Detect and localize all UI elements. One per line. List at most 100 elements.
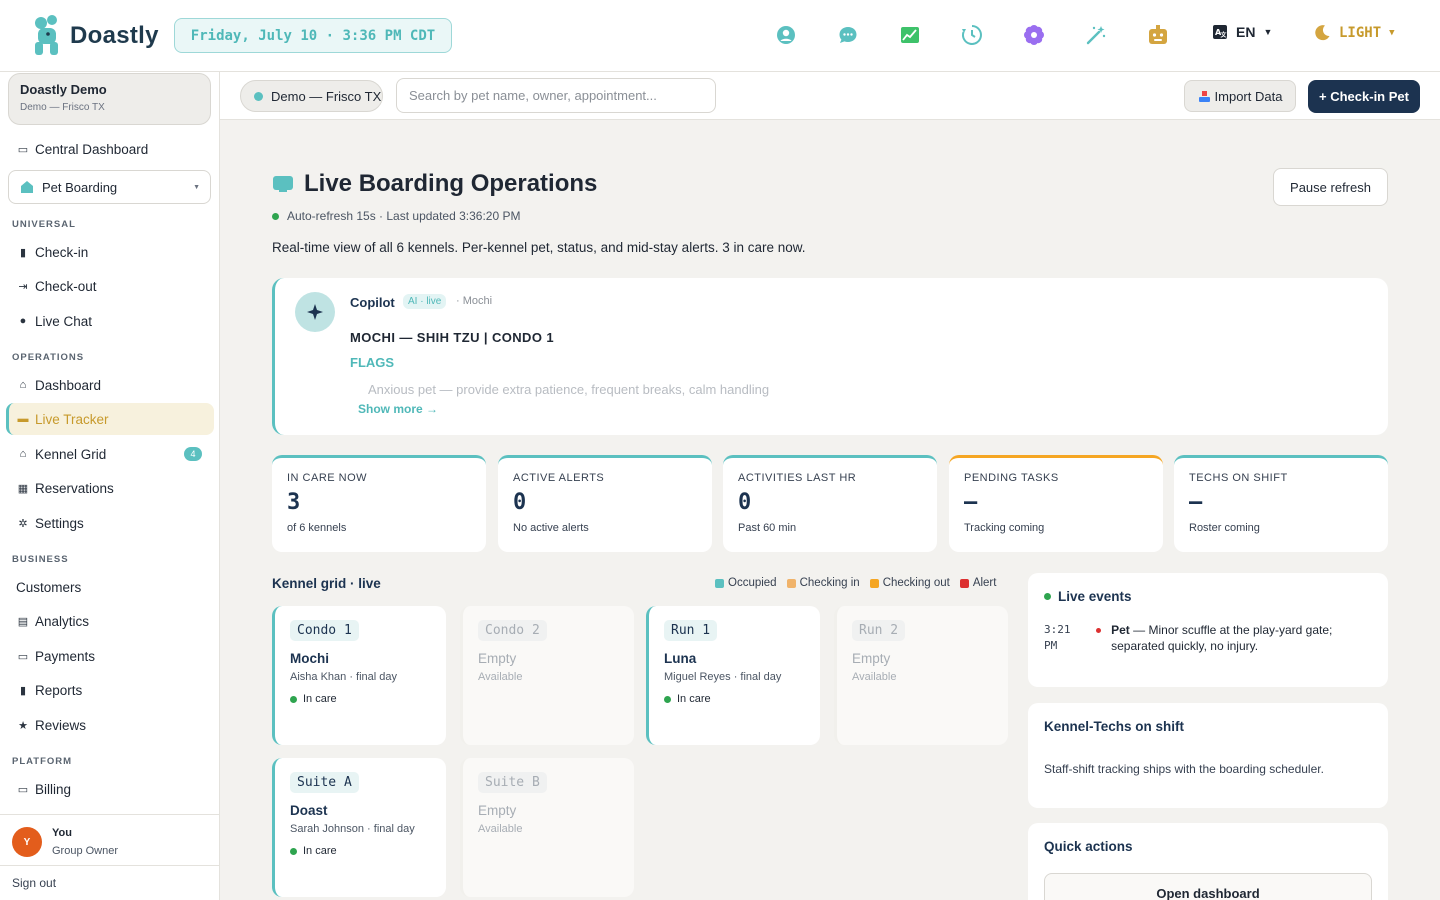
check-in-pet-button[interactable]: + Check-in Pet — [1308, 80, 1420, 113]
legend-occupied: Occupied — [715, 577, 777, 589]
sparkle-icon — [295, 292, 335, 332]
sidebar-item-dashboard[interactable]: ⌂ Dashboard — [6, 369, 214, 401]
sidebar-item-customers[interactable]: Customers — [6, 571, 214, 603]
user-circle-icon[interactable] — [775, 24, 797, 46]
location-pill[interactable]: Demo — Frisco TX — [240, 80, 383, 112]
language-selector[interactable]: A文 EN ▼ — [1212, 24, 1272, 40]
legend-checking-out: Checking out — [869, 577, 950, 589]
kennel-legend: Occupied Checking in Checking out Alert — [715, 577, 996, 589]
org-location: Demo — Frisco TX — [20, 102, 105, 113]
pause-refresh-button[interactable]: Pause refresh — [1273, 168, 1388, 206]
card-icon: ▭ — [17, 650, 29, 663]
live-events-panel: Live events 3:21 PM Pet — Minor scuffle … — [1028, 573, 1388, 687]
top-bar: Doastly Friday, July 10 · 3:36 PM CDT A文… — [0, 0, 1440, 72]
sub-header: Demo — Frisco TX Import Data + Check-in … — [220, 72, 1440, 120]
import-data-button[interactable]: Import Data — [1184, 80, 1296, 112]
clipboard-icon: ▮ — [19, 246, 27, 259]
flower-icon[interactable] — [1023, 24, 1045, 46]
moon-icon — [1315, 25, 1330, 41]
sidebar-item-reviews[interactable]: ★ Reviews — [6, 709, 214, 741]
refresh-status: Auto-refresh 15s · Last updated 3:36:20 … — [272, 209, 520, 223]
kennel-card-run-1[interactable]: Run 1 Luna Miguel Reyes · final day In c… — [646, 606, 820, 745]
search-input[interactable] — [396, 78, 716, 113]
dog-logo-icon — [35, 15, 58, 55]
app-name: Doastly — [70, 22, 159, 49]
status-dot-icon — [290, 847, 297, 855]
stat-card-in-care: IN CARE NOW 3 of 6 kennels — [272, 455, 486, 552]
status-dot-icon — [290, 695, 297, 703]
kennel-card-condo-2[interactable]: Condo 2 Empty Available — [460, 606, 634, 745]
language-label: EN — [1236, 24, 1256, 40]
module-select[interactable]: Pet Boarding ▼ — [8, 170, 211, 204]
monitor-icon — [273, 176, 293, 192]
sidebar-item-live-tracker[interactable]: ▬ Live Tracker — [6, 403, 214, 435]
kennel-card-condo-1[interactable]: Condo 1 Mochi Aisha Khan · final day In … — [272, 606, 446, 745]
sidebar-item-billing[interactable]: ▭ Billing — [6, 773, 214, 805]
live-dot-icon — [1044, 593, 1051, 600]
app-logo[interactable]: Doastly — [30, 14, 159, 58]
show-more-link[interactable]: Show more → — [358, 402, 438, 416]
legend-checking-in: Checking in — [786, 577, 860, 589]
status-dot-icon — [664, 695, 671, 703]
kennel-card-run-2[interactable]: Run 2 Empty Available — [834, 606, 1008, 745]
gear-icon: ✲ — [18, 517, 28, 530]
dashboard-icon: ▭ — [17, 143, 29, 156]
card-icon: ▭ — [17, 783, 29, 796]
section-universal: UNIVERSAL — [12, 219, 76, 230]
sidebar-item-settings[interactable]: ✲ Settings — [6, 507, 214, 539]
theme-label: LIGHT — [1339, 24, 1382, 41]
import-icon — [1198, 90, 1210, 102]
live-dot-icon — [272, 212, 279, 220]
house-icon — [21, 181, 33, 193]
open-dashboard-button[interactable]: Open dashboard — [1044, 873, 1372, 900]
copilot-pet: · Mochi — [456, 295, 493, 307]
exit-icon: ⇥ — [18, 280, 28, 293]
sidebar-item-reservations[interactable]: ▦ Reservations — [6, 472, 214, 504]
sidebar: Doastly Demo Demo — Frisco TX ▭ Central … — [0, 72, 220, 900]
chart-image-icon[interactable] — [899, 24, 921, 46]
user-name: You — [52, 827, 72, 839]
techs-title: Kennel-Techs on shift — [1044, 719, 1185, 734]
quick-actions-title: Quick actions — [1044, 839, 1133, 854]
translate-icon: A文 — [1213, 25, 1228, 39]
techs-panel: Kennel-Techs on shift Staff-shift tracki… — [1028, 703, 1388, 808]
sidebar-item-central-dashboard[interactable]: ▭ Central Dashboard — [6, 133, 214, 165]
kennel-card-suite-b[interactable]: Suite B Empty Available — [460, 758, 634, 897]
section-business: BUSINESS — [12, 554, 69, 565]
copilot-name: Copilot — [350, 295, 395, 310]
sidebar-item-analytics[interactable]: ▤ Analytics — [6, 605, 214, 637]
user-profile[interactable]: Y You Group Owner — [0, 814, 219, 866]
techs-text: Staff-shift tracking ships with the boar… — [1044, 762, 1324, 776]
calendar-icon: ▦ — [17, 482, 29, 495]
chevron-down-icon: ▼ — [1263, 27, 1273, 37]
flags-label: FLAGS — [350, 355, 395, 370]
alert-dot-icon — [1096, 628, 1102, 633]
chat-bubble-icon[interactable] — [837, 24, 859, 46]
chat-icon: ● — [19, 315, 27, 327]
copilot-heading: MOCHI — SHIH TZU | CONDO 1 — [350, 330, 554, 345]
kennel-icon: ⌂ — [19, 448, 27, 460]
event-item: 3:21 PM Pet — Minor scuffle at the play-… — [1044, 623, 1333, 653]
org-switcher[interactable]: Doastly Demo Demo — Frisco TX — [8, 73, 211, 125]
quick-actions-panel: Quick actions Open dashboard — [1028, 823, 1388, 900]
kennel-card-suite-a[interactable]: Suite A Doast Sarah Johnson · final day … — [272, 758, 446, 897]
sidebar-item-payments[interactable]: ▭ Payments — [6, 640, 214, 672]
section-operations: OPERATIONS — [12, 352, 85, 363]
svg-text:文: 文 — [1220, 31, 1228, 39]
chart-icon: ▤ — [17, 615, 29, 628]
sidebar-item-check-in[interactable]: ▮ Check-in — [6, 236, 214, 268]
history-clock-icon[interactable] — [961, 24, 983, 46]
sign-out-link[interactable]: Sign out — [0, 865, 219, 900]
theme-toggle[interactable]: LIGHT ▼ — [1314, 24, 1395, 41]
sidebar-item-reports[interactable]: ▮ Reports — [6, 674, 214, 706]
avatar: Y — [12, 827, 42, 857]
sidebar-item-live-chat[interactable]: ● Live Chat — [6, 305, 214, 337]
location-dot-icon — [254, 91, 263, 101]
sidebar-item-kennel-grid[interactable]: ⌂ Kennel Grid 4 — [6, 438, 214, 470]
kennel-grid-title: Kennel grid · live — [272, 576, 381, 591]
kennel-count-badge: 4 — [184, 447, 202, 461]
sidebar-item-check-out[interactable]: ⇥ Check-out — [6, 270, 214, 302]
robot-icon[interactable] — [1147, 24, 1169, 46]
page-title: Live Boarding Operations — [272, 170, 597, 198]
magic-wand-icon[interactable] — [1085, 24, 1107, 46]
